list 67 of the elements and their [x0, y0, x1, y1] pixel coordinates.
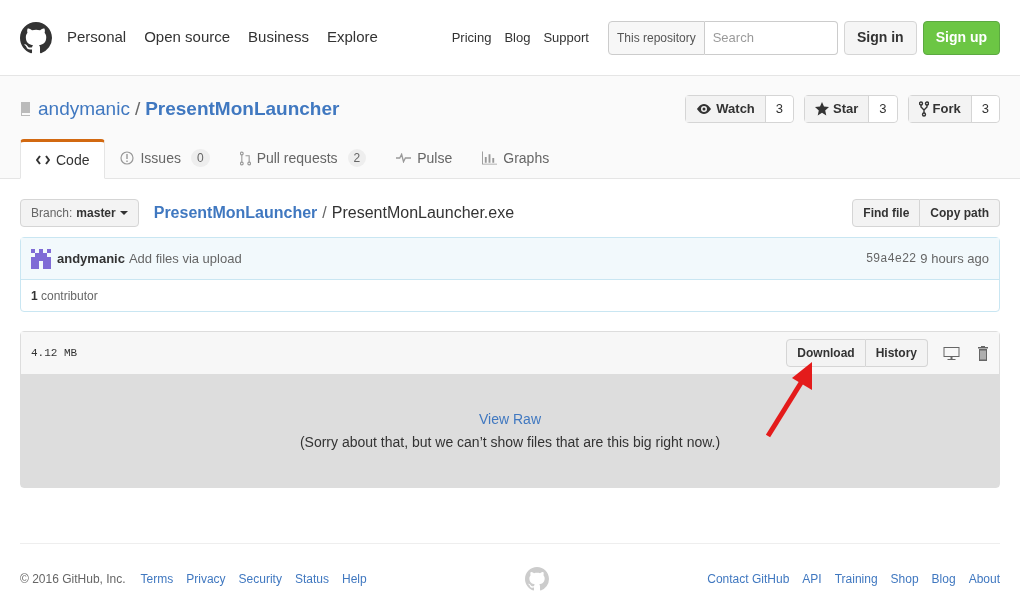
footer-link[interactable]: Contact GitHub — [707, 569, 790, 588]
branch-button[interactable]: Branch: master — [20, 199, 139, 227]
file-name: PresentMonLauncher.exe — [331, 203, 515, 223]
pulse-icon — [396, 153, 412, 163]
contributors-link[interactable]: 1 contributor — [31, 286, 98, 305]
code-icon — [36, 155, 50, 165]
search-field[interactable]: Search — [704, 20, 838, 55]
avatar-icon — [31, 248, 51, 269]
nav-link[interactable]: Business — [248, 26, 309, 49]
nav-link[interactable]: Open source — [144, 26, 231, 49]
watch-button[interactable]: Watch — [686, 96, 765, 122]
eye-icon — [696, 101, 713, 117]
commit-time: 9 hours ago — [920, 249, 989, 268]
fork-count[interactable]: 3 — [970, 96, 999, 122]
search-scope: This repository — [608, 20, 705, 55]
commit-message[interactable]: Add files via upload — [128, 248, 242, 269]
octocat-logo-icon[interactable] — [20, 21, 52, 54]
nav-link[interactable]: Explore — [326, 26, 378, 49]
exclamation-circle-icon — [120, 151, 135, 165]
nav-link[interactable]: Support — [543, 27, 589, 48]
copyright-text: © 2016 GitHub, Inc. — [20, 570, 126, 588]
notice-text: (Sorry about that, but we can’t show files that are this big right now.) — [299, 433, 721, 452]
fork-icon — [918, 101, 929, 117]
owner-link[interactable]: andymanic — [38, 94, 130, 124]
repo-link[interactable]: PresentMonLauncher — [145, 94, 340, 124]
repo-tab[interactable]: Code — [20, 139, 106, 179]
bar-graph-icon — [482, 151, 498, 165]
star-button[interactable]: Star — [805, 96, 869, 122]
footer-link[interactable]: Security — [238, 569, 282, 588]
fork-button[interactable]: Fork — [908, 96, 971, 122]
footer-link[interactable]: Status — [294, 569, 329, 588]
commit-sha[interactable]: 59a4e22 — [865, 249, 917, 268]
repo-tab[interactable]: Graphs — [467, 138, 565, 178]
path-separator: / — [134, 96, 141, 121]
sign-in-button[interactable]: Sign in — [844, 20, 917, 55]
repo-tab[interactable]: Pull requests 2 — [224, 138, 382, 178]
nav-link[interactable]: Blog — [504, 27, 531, 48]
path-button[interactable]: Find file — [852, 199, 921, 227]
footer-link[interactable]: Privacy — [186, 569, 226, 588]
nav-link[interactable]: Pricing — [451, 27, 492, 48]
watch-count[interactable]: 3 — [764, 96, 794, 122]
footer-link[interactable]: About — [968, 569, 1000, 588]
star-count[interactable]: 3 — [868, 96, 897, 122]
footer-link[interactable]: Terms — [140, 569, 174, 588]
footer-link[interactable]: Help — [341, 569, 367, 588]
count-badge: 2 — [347, 149, 367, 167]
path-separator: / — [322, 203, 327, 223]
footer-link[interactable]: Blog — [931, 569, 956, 588]
footer-link[interactable]: Training — [834, 569, 878, 588]
footer-link[interactable]: Shop — [890, 569, 919, 588]
desktop-icon[interactable] — [943, 346, 960, 360]
caret-icon — [119, 211, 128, 215]
pull-request-icon — [239, 150, 251, 166]
repo-tab[interactable]: Pulse — [381, 138, 468, 178]
trash-icon[interactable] — [977, 345, 989, 361]
commit-author[interactable]: andymanic — [57, 248, 125, 269]
count-badge: 0 — [190, 149, 210, 167]
footer-link[interactable]: API — [802, 569, 822, 588]
file-size: 4.12 MB — [31, 345, 78, 361]
file-action-button[interactable]: Download — [786, 339, 866, 367]
nav-link[interactable]: Personal — [67, 26, 127, 49]
book-icon — [20, 101, 32, 117]
repo-tab[interactable]: Issues 0 — [105, 138, 225, 178]
file-action-button[interactable]: History — [865, 339, 928, 367]
breadcrumb-link[interactable]: PresentMonLauncher — [153, 201, 318, 225]
path-button[interactable]: Copy path — [920, 199, 1000, 227]
star-icon — [815, 102, 830, 116]
